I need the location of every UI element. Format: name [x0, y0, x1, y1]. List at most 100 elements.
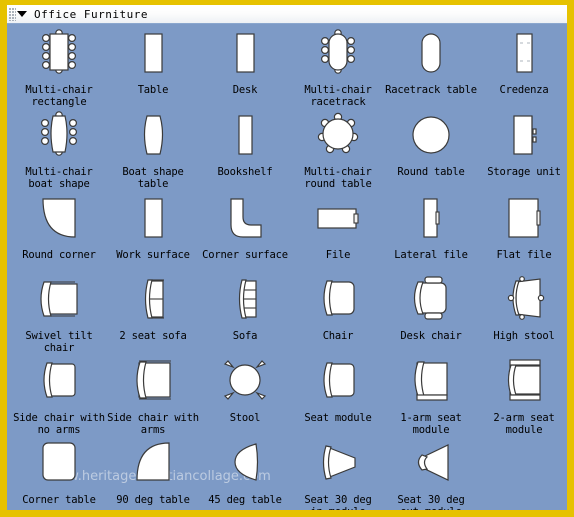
credenza-icon[interactable] — [476, 30, 567, 82]
bookshelf-icon[interactable] — [197, 112, 293, 164]
multi-chair-boat-shape-icon[interactable] — [11, 111, 107, 164]
stencil-item-label: Multi-chair boat shape — [25, 166, 93, 190]
stencil-item-label: Storage unit — [487, 166, 561, 178]
stencil-item-bookshelf[interactable]: Bookshelf — [197, 112, 293, 179]
work-surface-icon[interactable] — [105, 195, 201, 247]
file-icon[interactable] — [290, 195, 386, 247]
stencil-item-seat-30-deg-in-module[interactable]: Seat 30 deg in-module — [290, 440, 386, 510]
stencil-item-lateral-file[interactable]: Lateral file — [383, 195, 479, 262]
stencil-item-stool[interactable]: Stool — [197, 358, 293, 425]
stencil-item-credenza[interactable]: Credenza — [476, 30, 567, 97]
storage-unit-icon[interactable] — [476, 112, 567, 164]
corner-surface-icon[interactable] — [197, 195, 293, 247]
stencil-item-multi-chair-rectangle[interactable]: Multi-chair rectangle — [11, 29, 107, 108]
stencil-item-label: 2 seat sofa — [119, 330, 187, 342]
boat-shape-table-icon[interactable] — [105, 112, 201, 164]
flat-file-icon[interactable] — [476, 195, 567, 247]
stencil-item-label: Bookshelf — [217, 166, 273, 178]
stencil-item-desk-chair[interactable]: Desk chair — [383, 276, 479, 343]
stencil-title: Office Furniture — [34, 7, 148, 21]
stencil-item-label: Side chair with no arms — [13, 412, 105, 436]
stencil-item-label: Multi-chair rectangle — [25, 84, 93, 108]
side-chair-with-no-arms-icon[interactable] — [11, 358, 107, 410]
2-seat-sofa-icon[interactable] — [105, 276, 201, 328]
seat-30-deg-in-module-icon[interactable] — [290, 440, 386, 492]
multi-chair-racetrack-icon[interactable] — [290, 29, 386, 82]
90-deg-table-icon[interactable] — [105, 440, 201, 492]
corner-table-icon[interactable] — [11, 440, 107, 492]
stencil-item-label: 2-arm seat module — [493, 412, 555, 436]
swivel-tilt-chair-icon[interactable] — [11, 276, 107, 328]
high-stool-icon[interactable] — [476, 276, 567, 328]
stencil-item-label: Sofa — [232, 330, 258, 342]
stencil-item-label: Seat 30 deg in-module — [304, 494, 372, 510]
desk-chair-icon[interactable] — [383, 276, 479, 328]
side-chair-with-arms-icon[interactable] — [105, 358, 201, 410]
multi-chair-rectangle-icon[interactable] — [11, 29, 107, 82]
sofa-icon[interactable] — [197, 276, 293, 328]
stencil-item-corner-surface[interactable]: Corner surface — [197, 195, 293, 262]
stencil-titlebar[interactable]: Office Furniture — [7, 5, 567, 24]
stencil-item-table[interactable]: Table — [105, 30, 201, 97]
table-icon[interactable] — [105, 30, 201, 82]
stencil-item-round-corner[interactable]: Round corner — [11, 195, 107, 262]
seat-30-deg-out-module-icon[interactable] — [383, 440, 479, 492]
stencil-item-file[interactable]: File — [290, 195, 386, 262]
stencil-item-boat-shape-table[interactable]: Boat shape table — [105, 112, 201, 190]
stencil-item-sofa[interactable]: Sofa — [197, 276, 293, 343]
round-table-icon[interactable] — [383, 112, 479, 164]
desk-icon[interactable] — [197, 30, 293, 82]
stencil-item-storage-unit[interactable]: Storage unit — [476, 112, 567, 179]
racetrack-table-icon[interactable] — [383, 30, 479, 82]
stencil-item-label: 90 deg table — [116, 494, 190, 506]
stencil-item-1-arm-seat-module[interactable]: 1-arm seat module — [383, 358, 479, 436]
stencil-item-label: Side chair with arms — [107, 412, 199, 436]
stencil-item-side-chair-with-no-arms[interactable]: Side chair with no arms — [11, 358, 107, 436]
stencil-item-seat-module[interactable]: Seat module — [290, 358, 386, 425]
stencil-item-label: Multi-chair racetrack — [304, 84, 372, 108]
stencil-item-label: Round corner — [22, 249, 96, 261]
stencil-item-high-stool[interactable]: High stool — [476, 276, 567, 343]
stencil-item-racetrack-table[interactable]: Racetrack table — [383, 30, 479, 97]
round-corner-icon[interactable] — [11, 195, 107, 247]
stencil-item-swivel-tilt-chair[interactable]: Swivel tilt chair — [11, 276, 107, 354]
drag-grip-icon[interactable] — [9, 7, 16, 21]
stencil-item-round-table[interactable]: Round table — [383, 112, 479, 179]
stencil-item-label: Desk — [232, 84, 258, 96]
stencil-window: Office Furniture www.heritagechristianco… — [0, 0, 574, 517]
stencil-item-seat-30-deg-out-module[interactable]: Seat 30 deg out-module — [383, 440, 479, 510]
stencil-item-label: Corner table — [22, 494, 96, 506]
stencil-item-chair[interactable]: Chair — [290, 276, 386, 343]
triangle-down-icon[interactable] — [17, 11, 27, 17]
stencil-item-label: Multi-chair round table — [304, 166, 372, 190]
multi-chair-round-table-icon[interactable] — [290, 112, 386, 164]
1-arm-seat-module-icon[interactable] — [383, 358, 479, 410]
chair-icon[interactable] — [290, 276, 386, 328]
stencil-item-label: Flat file — [496, 249, 552, 261]
stencil-item-label: File — [325, 249, 351, 261]
stencil-item-label: Chair — [322, 330, 354, 342]
seat-module-icon[interactable] — [290, 358, 386, 410]
stencil-item-side-chair-with-arms[interactable]: Side chair with arms — [105, 358, 201, 436]
stencil-item-label: 45 deg table — [208, 494, 282, 506]
stencil-item-multi-chair-round-table[interactable]: Multi-chair round table — [290, 112, 386, 190]
stencil-item-45-deg-table[interactable]: 45 deg table — [197, 440, 293, 507]
stencil-item-90-deg-table[interactable]: 90 deg table — [105, 440, 201, 507]
lateral-file-icon[interactable] — [383, 195, 479, 247]
stencil-item-multi-chair-boat-shape[interactable]: Multi-chair boat shape — [11, 111, 107, 190]
stencil-item-work-surface[interactable]: Work surface — [105, 195, 201, 262]
stencil-item-label: Boat shape table — [122, 166, 184, 190]
stencil-item-2-arm-seat-module[interactable]: 2-arm seat module — [476, 358, 567, 436]
stencil-item-label: High stool — [493, 330, 555, 342]
stencil-item-flat-file[interactable]: Flat file — [476, 195, 567, 262]
stencil-item-corner-table[interactable]: Corner table — [11, 440, 107, 507]
stencil-item-multi-chair-racetrack[interactable]: Multi-chair racetrack — [290, 29, 386, 108]
stencil-item-2-seat-sofa[interactable]: 2 seat sofa — [105, 276, 201, 343]
stencil-item-desk[interactable]: Desk — [197, 30, 293, 97]
2-arm-seat-module-icon[interactable] — [476, 358, 567, 410]
stool-icon[interactable] — [197, 358, 293, 410]
stencil-item-label: Corner surface — [202, 249, 288, 261]
stencil-item-label: Stool — [229, 412, 261, 424]
45-deg-table-icon[interactable] — [197, 440, 293, 492]
stencil-item-label: Round table — [397, 166, 465, 178]
